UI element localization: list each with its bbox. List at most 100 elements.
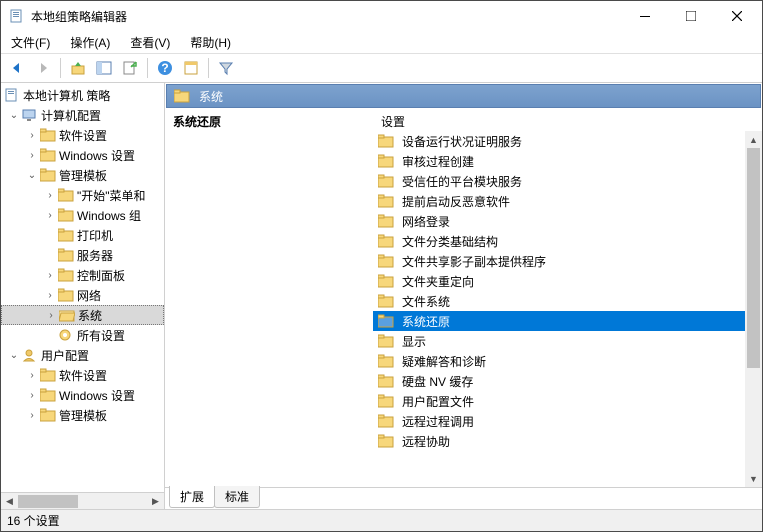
expand-icon[interactable]: › [25,410,39,421]
tree-user-config[interactable]: ⌄用户配置 [1,345,164,365]
list-item[interactable]: 受信任的平台模块服务 [373,171,762,191]
collapse-icon[interactable]: ⌄ [7,110,21,121]
tree-label: 系统 [78,307,102,324]
tree-item[interactable]: › 控制面板 [1,265,164,285]
content-area: 本地计算机 策略 ⌄ 计算机配置 ›软件设置 ›Windows 设置 ⌄管理模板… [1,83,762,509]
filter-button[interactable] [214,56,238,80]
back-button[interactable] [5,56,29,80]
tree-item[interactable]: 所有设置 [1,325,164,345]
show-hide-tree-button[interactable] [92,56,116,80]
list-item[interactable]: 系统还原 [373,311,762,331]
toolbar-separator [60,58,61,78]
folder-icon [40,368,56,382]
tree[interactable]: 本地计算机 策略 ⌄ 计算机配置 ›软件设置 ›Windows 设置 ⌄管理模板… [1,83,164,492]
list-item[interactable]: 显示 [373,331,762,351]
tree-horizontal-scrollbar[interactable]: ◀ ▶ [1,492,164,509]
tree-item[interactable]: ›Windows 组 [1,205,164,225]
folder-icon [58,228,74,242]
expand-icon[interactable]: › [43,270,57,281]
forward-button[interactable] [31,56,55,80]
list-item-label: 文件夹重定向 [402,273,474,290]
tree-item[interactable]: ›Windows 设置 [1,385,164,405]
tree-item[interactable]: ›软件设置 [1,365,164,385]
list-item[interactable]: 文件系统 [373,291,762,311]
up-button[interactable] [66,56,90,80]
tree-item[interactable]: 打印机 [1,225,164,245]
tree-item[interactable]: 服务器 [1,245,164,265]
tree-computer-config[interactable]: ⌄ 计算机配置 [1,105,164,125]
list-item-label: 设备运行状况证明服务 [402,133,522,150]
folder-icon [378,214,394,228]
expand-icon[interactable]: › [43,190,57,201]
list-item[interactable]: 远程过程调用 [373,411,762,431]
folder-icon [378,334,394,348]
menu-action[interactable]: 操作(A) [66,32,114,53]
close-button[interactable] [714,1,760,31]
tree-item[interactable]: ›"开始"菜单和 [1,185,164,205]
tree-label: 所有设置 [77,327,125,344]
menu-help[interactable]: 帮助(H) [186,32,235,53]
list-item[interactable]: 网络登录 [373,211,762,231]
tree-item[interactable]: ›软件设置 [1,125,164,145]
scroll-up-icon[interactable]: ▲ [745,131,762,148]
tree-item-system[interactable]: › 系统 [1,305,164,325]
collapse-icon[interactable]: ⌄ [7,350,21,361]
list-item[interactable]: 远程协助 [373,431,762,451]
list-item[interactable]: 硬盘 NV 缓存 [373,371,762,391]
list-item[interactable]: 用户配置文件 [373,391,762,411]
export-button[interactable] [118,56,142,80]
minimize-button[interactable] [622,1,668,31]
collapse-icon[interactable]: ⌄ [25,170,39,181]
titlebar: 本地组策略编辑器 [1,1,762,31]
tab-extended[interactable]: 扩展 [169,486,215,508]
tree-label: 控制面板 [77,267,125,284]
help-button[interactable]: ? [153,56,177,80]
properties-button[interactable] [179,56,203,80]
tree-label: 打印机 [77,227,113,244]
folder-icon [378,134,394,148]
tree-label: 计算机配置 [41,107,101,124]
scrollbar-thumb[interactable] [747,148,760,368]
folder-icon [378,274,394,288]
list-item[interactable]: 设备运行状况证明服务 [373,131,762,151]
scroll-right-icon[interactable]: ▶ [147,493,164,510]
tree-templates[interactable]: ⌄管理模板 [1,165,164,185]
tree-item[interactable]: ›Windows 设置 [1,145,164,165]
column-settings[interactable]: 设置 [373,109,762,131]
list-item[interactable]: 文件夹重定向 [373,271,762,291]
expand-icon[interactable]: › [25,390,39,401]
expand-icon[interactable]: › [43,290,57,301]
list-item[interactable]: 文件分类基础结构 [373,231,762,251]
vertical-scrollbar[interactable]: ▲ ▼ [745,131,762,487]
folder-icon [378,154,394,168]
maximize-button[interactable] [668,1,714,31]
scrollbar-thumb[interactable] [18,495,78,508]
expand-icon[interactable]: › [25,130,39,141]
list-item[interactable]: 提前启动反恶意软件 [373,191,762,211]
computer-icon [22,108,38,122]
list-item-label: 疑难解答和诊断 [402,353,486,370]
expand-icon[interactable]: › [25,370,39,381]
tree-item[interactable]: ›管理模板 [1,405,164,425]
tree-item[interactable]: ›网络 [1,285,164,305]
list-area: 设备运行状况证明服务审核过程创建受信任的平台模块服务提前启动反恶意软件网络登录文… [165,131,762,487]
list-item[interactable]: 疑难解答和诊断 [373,351,762,371]
expand-icon[interactable]: › [25,150,39,161]
settings-list[interactable]: 设备运行状况证明服务审核过程创建受信任的平台模块服务提前启动反恶意软件网络登录文… [373,131,762,487]
scroll-left-icon[interactable]: ◀ [1,493,18,510]
list-item-label: 提前启动反恶意软件 [402,193,510,210]
expand-icon[interactable]: › [44,310,58,321]
details-header-title: 系统 [199,88,223,105]
menu-file[interactable]: 文件(F) [7,32,54,53]
expand-icon[interactable]: › [43,210,57,221]
window-title: 本地组策略编辑器 [31,8,622,25]
toolbar-separator [147,58,148,78]
list-item[interactable]: 审核过程创建 [373,151,762,171]
tab-standard[interactable]: 标准 [214,486,260,508]
tree-root[interactable]: 本地计算机 策略 [1,85,164,105]
tree-pane: 本地计算机 策略 ⌄ 计算机配置 ›软件设置 ›Windows 设置 ⌄管理模板… [1,83,165,509]
menu-view[interactable]: 查看(V) [126,32,174,53]
scroll-down-icon[interactable]: ▼ [745,470,762,487]
list-item[interactable]: 文件共享影子副本提供程序 [373,251,762,271]
folder-icon [40,388,56,402]
